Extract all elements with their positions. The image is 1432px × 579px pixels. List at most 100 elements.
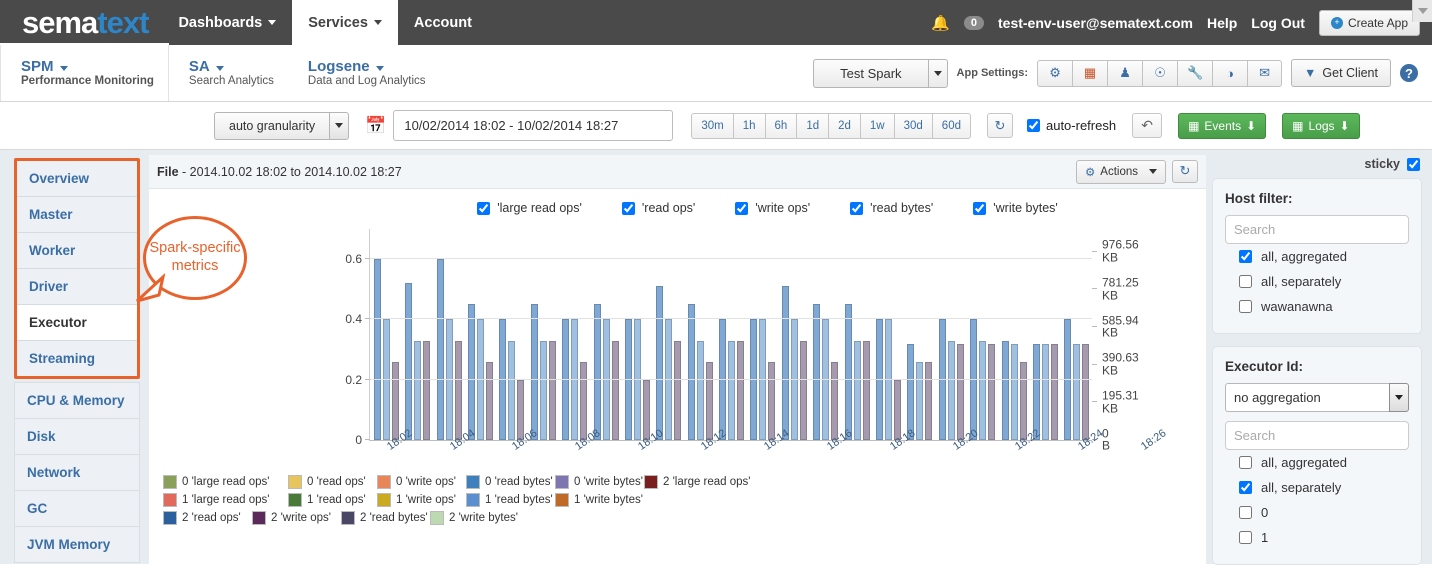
chart-refresh-icon[interactable]: ↻ xyxy=(1172,159,1198,183)
group-icon[interactable]: ♟ xyxy=(1107,59,1143,87)
app-tab-spm[interactable]: SPM Performance Monitoring xyxy=(0,45,169,101)
legend-item[interactable]: 2 'large read ops' xyxy=(644,475,769,489)
user-email-link[interactable]: test-env-user@sematext.com xyxy=(998,15,1193,31)
chevron-down-icon[interactable] xyxy=(329,111,350,140)
speedometer-icon[interactable]: ◑ xyxy=(1212,59,1248,87)
bell-icon[interactable]: ☉ xyxy=(1142,59,1178,87)
series-toggle-write-ops[interactable]: 'write ops' xyxy=(735,201,810,215)
legend-item[interactable]: 0 'write bytes' xyxy=(555,475,644,489)
chart-actions-button[interactable]: ⚙ Actions xyxy=(1075,159,1166,184)
range-1h[interactable]: 1h xyxy=(732,112,765,139)
sidebar-item-cpu-memory[interactable]: CPU & Memory xyxy=(14,382,140,419)
auto-refresh-checkbox[interactable] xyxy=(1026,119,1040,132)
sidebar-item-master[interactable]: Master xyxy=(17,197,137,233)
sticky-checkbox[interactable] xyxy=(1407,157,1420,171)
app-selector[interactable]: Test Spark xyxy=(813,58,948,88)
host-option-all-separately[interactable]: all, separately xyxy=(1225,269,1409,294)
series-checkbox[interactable] xyxy=(621,201,635,215)
range-6h[interactable]: 6h xyxy=(764,112,797,139)
legend-item[interactable]: 1 'write bytes' xyxy=(555,493,644,507)
envelope-icon[interactable]: ✉ xyxy=(1247,59,1283,87)
sidebar-item-driver[interactable]: Driver xyxy=(17,269,137,305)
legend-item[interactable]: 0 'read ops' xyxy=(288,475,377,489)
series-checkbox[interactable] xyxy=(477,201,491,215)
logs-button[interactable]: ▦ Logs ⬇ xyxy=(1282,112,1360,139)
series-checkbox[interactable] xyxy=(850,201,864,215)
legend-item[interactable]: 1 'large read ops' xyxy=(163,493,288,507)
legend-item[interactable]: 2 'write bytes' xyxy=(430,511,519,525)
sematext-logo[interactable]: sema text xyxy=(0,0,162,45)
nav-dashboards[interactable]: Dashboards xyxy=(162,0,292,45)
refresh-icon[interactable]: ↻ xyxy=(986,113,1013,138)
executor-option-0[interactable]: 0 xyxy=(1225,500,1409,525)
host-filter-search-input[interactable] xyxy=(1225,215,1409,244)
granularity-selector[interactable]: auto granularity xyxy=(214,111,350,140)
sidebar-item-streaming[interactable]: Streaming xyxy=(17,341,137,376)
nav-services[interactable]: Services xyxy=(292,0,398,45)
executor-search-input[interactable] xyxy=(1225,421,1409,450)
legend-item[interactable]: 0 'read bytes' xyxy=(466,475,555,489)
get-client-button[interactable]: ▼ Get Client xyxy=(1291,59,1391,87)
legend-item[interactable]: 1 'read bytes' xyxy=(466,493,555,507)
auto-refresh-toggle[interactable]: auto-refresh xyxy=(1026,118,1116,133)
executor-aggregation-select[interactable]: no aggregation xyxy=(1225,383,1409,412)
sidebar-item-network[interactable]: Network xyxy=(14,455,140,491)
sidebar-item-executor[interactable]: Executor xyxy=(17,305,137,341)
executor-option-all-aggregated[interactable]: all, aggregated xyxy=(1225,450,1409,475)
range-30d[interactable]: 30d xyxy=(893,112,932,139)
series-toggle-large-read-ops[interactable]: 'large read ops' xyxy=(477,201,582,215)
scrollbar-up-arrow[interactable] xyxy=(1412,0,1432,22)
sidebar-item-overview[interactable]: Overview xyxy=(17,161,137,197)
legend-item[interactable]: 2 'read ops' xyxy=(163,511,252,525)
help-link[interactable]: Help xyxy=(1207,15,1237,31)
series-toggle-write-bytes[interactable]: 'write bytes' xyxy=(973,201,1058,215)
series-checkbox[interactable] xyxy=(735,201,749,215)
app-tab-sa[interactable]: SA Search Analytics xyxy=(169,45,288,101)
plot-canvas[interactable]: 0 0.2 0.4 0.6 0 B 195.31 KB 390.63 KB 585.94 KB 781.… xyxy=(345,229,1139,452)
chevron-down-icon[interactable] xyxy=(1389,383,1409,412)
calendar-icon[interactable]: 📅 xyxy=(365,116,386,136)
events-button[interactable]: ▦ Events ⬇ xyxy=(1178,112,1267,139)
app-tab-logsene[interactable]: Logsene Data and Log Analytics xyxy=(288,45,440,101)
range-1w[interactable]: 1w xyxy=(859,112,894,139)
nav-account[interactable]: Account xyxy=(398,0,488,45)
wrench-icon[interactable]: 🔧 xyxy=(1177,59,1213,87)
help-icon[interactable]: ? xyxy=(1400,64,1418,82)
legend-item[interactable]: 2 'read bytes' xyxy=(341,511,430,525)
date-range-input[interactable]: 10/02/2014 18:02 - 10/02/2014 18:27 xyxy=(393,110,674,141)
series-toggle-read-bytes[interactable]: 'read bytes' xyxy=(850,201,933,215)
sidebar-item-gc[interactable]: GC xyxy=(14,491,140,527)
sidebar-item-worker[interactable]: Worker xyxy=(17,233,137,269)
executor-option-all-separately[interactable]: all, separately xyxy=(1225,475,1409,500)
range-30m[interactable]: 30m xyxy=(691,112,733,139)
create-app-button[interactable]: + Create App xyxy=(1318,9,1420,36)
range-60d[interactable]: 60d xyxy=(931,112,971,139)
card-icon[interactable]: ▦ xyxy=(1072,59,1108,87)
host-option-checkbox[interactable] xyxy=(1239,275,1252,288)
executor-option-checkbox[interactable] xyxy=(1239,456,1252,469)
legend-item[interactable]: 2 'write ops' xyxy=(252,511,341,525)
logout-link[interactable]: Log Out xyxy=(1251,15,1305,31)
executor-option-checkbox[interactable] xyxy=(1239,531,1252,544)
sidebar-item-jvm-memory[interactable]: JVM Memory xyxy=(14,527,140,563)
executor-option-1[interactable]: 1 xyxy=(1225,525,1409,550)
legend-item[interactable]: 0 'write ops' xyxy=(377,475,466,489)
host-option-checkbox[interactable] xyxy=(1239,300,1252,313)
legend-item[interactable]: 0 'large read ops' xyxy=(163,475,288,489)
sidebar-item-disk[interactable]: Disk xyxy=(14,419,140,455)
range-2d[interactable]: 2d xyxy=(828,112,860,139)
executor-option-checkbox[interactable] xyxy=(1239,481,1252,494)
host-option-wawanawna[interactable]: wawanawna xyxy=(1225,294,1409,319)
executor-option-checkbox[interactable] xyxy=(1239,506,1252,519)
sticky-toggle[interactable]: sticky xyxy=(1212,150,1422,178)
chevron-down-icon[interactable] xyxy=(927,58,948,88)
legend-item[interactable]: 1 'read ops' xyxy=(288,493,377,507)
range-1d[interactable]: 1d xyxy=(796,112,829,139)
undo-icon[interactable]: ↶ xyxy=(1132,113,1163,138)
legend-item[interactable]: 1 'write ops' xyxy=(377,493,466,507)
series-checkbox[interactable] xyxy=(973,201,987,215)
bell-icon[interactable]: 🔔 xyxy=(931,14,950,32)
series-toggle-read-ops[interactable]: 'read ops' xyxy=(621,201,695,215)
host-option-checkbox[interactable] xyxy=(1239,250,1252,263)
gear-icon[interactable]: ⚙ xyxy=(1037,59,1073,87)
